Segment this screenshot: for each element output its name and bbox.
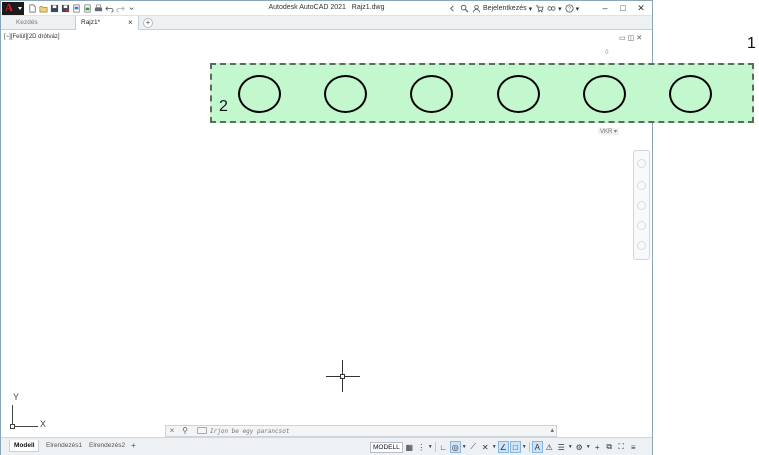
chevron-down-icon[interactable]: ▼ <box>522 441 527 453</box>
zoom-extents-icon[interactable] <box>637 201 646 210</box>
divider <box>434 442 436 452</box>
title-bar: A Autodesk AutoCAD 2021 Rajz1.dwg Bejele… <box>1 1 652 16</box>
command-history-icon[interactable]: ▴ <box>550 426 554 434</box>
circle-shape <box>324 75 367 113</box>
grid-icon[interactable]: ▦ <box>404 441 415 453</box>
units-plus-icon[interactable]: + <box>592 441 603 453</box>
clean-screen-icon[interactable]: ⛶ <box>616 441 627 453</box>
chevron-down-icon: ▾ <box>558 5 562 13</box>
command-input[interactable] <box>196 426 551 436</box>
quick-properties-icon[interactable]: ⧉ <box>604 441 615 453</box>
isodraft-icon[interactable]: ⟋ <box>468 441 479 453</box>
status-tools: MODELL ▦ ⋮ ▼ ∟ ◎ ▼ ⟋ ✕ ▼ ∠ □ ▼ A ⚠ ☰ ▼ ⚙… <box>370 440 639 454</box>
crosshair-pickbox <box>340 374 345 379</box>
viewport-controls-label[interactable]: [−][Felül][2D drótváz] <box>4 34 60 40</box>
navigation-bar <box>633 150 650 260</box>
chevron-down-icon: ▾ <box>575 5 580 13</box>
svg-text:?: ? <box>568 7 571 13</box>
wcs-label: VKR <box>600 129 613 135</box>
customization-menu-icon[interactable]: ≡ <box>628 441 639 453</box>
callout-number-1: 1 <box>747 35 756 52</box>
help-icon[interactable]: ? ▾ <box>565 4 580 13</box>
new-tab-button[interactable]: + <box>143 18 153 28</box>
tab-start[interactable]: Kezdés <box>11 16 73 30</box>
viewport-window-controls: ▭ ◫ ✕ <box>619 34 642 42</box>
viewcube-compass-icon[interactable]: ◊ <box>605 49 608 56</box>
minimize-icon[interactable]: – <box>596 1 614 15</box>
ucs-x-label: X <box>40 419 47 429</box>
circle-shape <box>583 75 626 113</box>
orbit-icon[interactable] <box>637 221 646 230</box>
app-title: Autodesk AutoCAD 2021 <box>268 4 346 11</box>
layout-tab-model[interactable]: Modell <box>9 440 39 452</box>
cart-icon[interactable] <box>535 4 544 13</box>
chevron-down-icon[interactable]: ▼ <box>462 441 467 453</box>
file-tab-bar: Kezdés Rajz1* × + <box>1 16 652 30</box>
lineweight-icon[interactable]: ∠ <box>497 441 509 453</box>
customize-commandline-icon[interactable]: ⚲ <box>180 426 190 436</box>
viewport-restore-icon[interactable]: ◫ <box>628 34 635 42</box>
viewport-minimize-icon[interactable]: ▭ <box>619 34 626 42</box>
callout-number-2: 2 <box>219 98 228 115</box>
chevron-down-icon[interactable]: ▼ <box>586 441 591 453</box>
circle-shape <box>238 75 281 113</box>
circle-shape <box>497 75 540 113</box>
ortho-icon[interactable]: ∟ <box>438 441 449 453</box>
ucs-x-axis <box>12 426 38 427</box>
chevron-down-icon[interactable]: ▼ <box>568 441 573 453</box>
wcs-menu[interactable]: VKR ▾ <box>598 128 620 135</box>
circle-shape <box>410 75 453 113</box>
polar-tracking-icon[interactable]: ◎ <box>449 441 461 453</box>
chevron-down-icon[interactable]: ▼ <box>492 441 497 453</box>
annotation-visibility-icon[interactable]: A <box>531 441 543 453</box>
circle-shape <box>669 75 712 113</box>
highlight-band <box>210 63 754 123</box>
steeringwheel-icon[interactable] <box>637 159 646 168</box>
signin-label: Bejelentkezés <box>483 5 527 12</box>
object-snap-icon[interactable]: □ <box>509 441 521 453</box>
user-icon <box>472 4 481 13</box>
close-icon[interactable]: ✕ <box>632 1 650 15</box>
infocenter: Bejelentkezés ▾ ▾ ? ▾ <box>448 2 579 15</box>
workspace-gear-icon[interactable]: ⚙ <box>574 441 585 453</box>
object-snap-tracking-icon[interactable]: ✕ <box>480 441 491 453</box>
signin-button[interactable]: Bejelentkezés ▾ <box>472 4 532 13</box>
showmotion-icon[interactable] <box>637 241 646 250</box>
window-controls: – □ ✕ <box>596 1 650 15</box>
pan-icon[interactable] <box>637 181 646 190</box>
divider <box>528 442 530 452</box>
snap-icon[interactable]: ⋮ <box>416 441 427 453</box>
auto-scale-icon[interactable]: ⚠ <box>544 441 555 453</box>
annotation-scale-icon[interactable]: ☰ <box>556 441 567 453</box>
chevron-down-icon: ▾ <box>528 5 533 13</box>
expand-search-icon[interactable] <box>448 4 457 13</box>
autodesk-app-icon[interactable]: ▾ <box>547 4 562 13</box>
add-layout-button[interactable]: + <box>127 440 140 452</box>
viewport-close-icon[interactable]: ✕ <box>636 34 642 42</box>
chevron-down-icon[interactable]: ▼ <box>428 441 433 453</box>
command-line: × ⚲ ▴ <box>165 425 557 437</box>
file-name: Rajz1.dwg <box>351 4 385 11</box>
status-bar: Modell Elrendezés1 Elrendezés2 + MODELL … <box>1 437 652 455</box>
ucs-origin-icon <box>10 424 15 429</box>
tab-close-icon[interactable]: × <box>128 16 133 30</box>
layout-tab-layout2[interactable]: Elrendezés2 <box>85 440 129 452</box>
ucs-y-label: Y <box>13 392 20 402</box>
layout-tab-layout1[interactable]: Elrendezés1 <box>42 440 86 452</box>
maximize-icon[interactable]: □ <box>614 1 632 15</box>
close-commandline-icon[interactable]: × <box>167 426 177 436</box>
search-icon[interactable] <box>460 4 469 13</box>
model-space-button[interactable]: MODELL <box>370 441 403 453</box>
